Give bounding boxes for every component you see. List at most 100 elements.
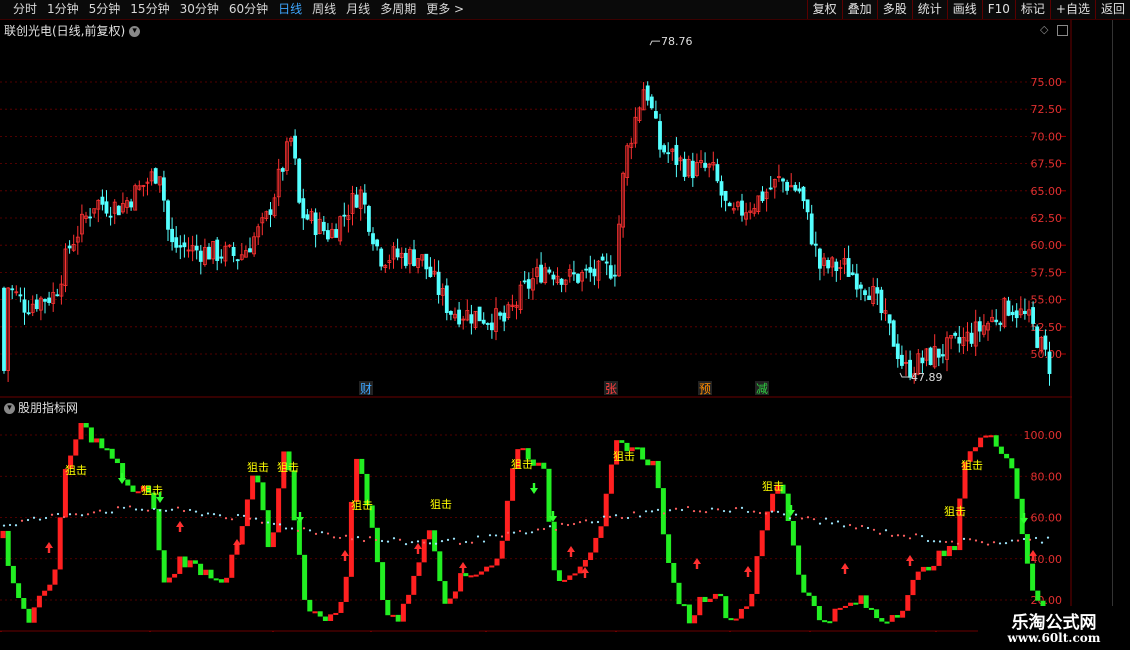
- candle-down: [104, 201, 109, 214]
- indicator-ma-dot: [164, 509, 168, 512]
- candle-down: [457, 309, 462, 325]
- indicator-ma-dot: [272, 522, 276, 525]
- indicator-bar-down: [718, 593, 724, 597]
- indicator-bar-down: [296, 520, 302, 555]
- indicator-bar-down: [213, 578, 219, 581]
- indicator-bar-up: [603, 493, 609, 527]
- candle-down: [666, 152, 671, 155]
- indicator-bar-up: [744, 606, 750, 609]
- period-tab-8[interactable]: 月线: [341, 1, 375, 18]
- period-tab-10[interactable]: 更多 >: [421, 1, 469, 18]
- up-arrow-icon: [567, 546, 575, 557]
- indicator-bar-up: [172, 573, 178, 578]
- indicator-bar-down: [926, 566, 932, 571]
- candle-down: [998, 322, 1003, 325]
- period-tab-0[interactable]: 分时: [8, 1, 42, 18]
- up-arrow-icon: [906, 555, 914, 566]
- candle-down: [715, 164, 720, 182]
- indicator-ma-dot: [644, 510, 648, 513]
- period-tab-6[interactable]: 日线: [273, 1, 307, 18]
- candle-down: [875, 287, 880, 294]
- candle-down: [768, 187, 773, 190]
- indicator-bar-up: [94, 438, 100, 443]
- indicator-bar-up: [910, 579, 916, 596]
- toolbar-button-4[interactable]: 画线: [946, 0, 982, 19]
- indicator-ma-dot: [488, 534, 492, 537]
- period-tab-4[interactable]: 30分钟: [175, 1, 224, 18]
- indicator-ma-dot: [416, 540, 420, 543]
- indicator-menu-icon[interactable]: ▾: [4, 403, 15, 414]
- indicator-ma-dot: [380, 539, 384, 543]
- indicator-ma-dot: [314, 532, 318, 535]
- indicator-ma-dot: [134, 508, 138, 511]
- candle-down: [498, 312, 503, 316]
- indicator-bar-up: [473, 574, 479, 577]
- period-tab-9[interactable]: 多周期: [375, 1, 421, 18]
- period-tab-2[interactable]: 5分钟: [84, 1, 126, 18]
- candle-down: [313, 212, 318, 236]
- candle-down: [813, 243, 818, 246]
- indicator-bar-up: [36, 595, 42, 608]
- candle-down: [953, 332, 958, 336]
- indicator-bar-down: [884, 621, 890, 624]
- indicator-ma-dot: [98, 509, 102, 512]
- indicator-bar-down: [395, 614, 401, 622]
- indicator-bar-down: [10, 565, 16, 584]
- toolbar-button-3[interactable]: 统计: [911, 0, 947, 19]
- indicator-bar-down: [541, 462, 547, 469]
- indicator-ma-dot: [266, 521, 270, 524]
- indicator-bar-up: [468, 575, 474, 578]
- candle-down: [891, 320, 896, 347]
- indicator-bar-down: [437, 551, 443, 582]
- period-tab-3[interactable]: 15分钟: [125, 1, 174, 18]
- candle-down: [662, 145, 666, 153]
- toolbar-button-2[interactable]: 多股: [876, 0, 912, 19]
- indicator-bar-down: [265, 510, 271, 548]
- indicator-ma-dot: [80, 514, 84, 517]
- indicator-ma-dot: [554, 528, 558, 531]
- toolbar-button-5[interactable]: F10: [981, 0, 1015, 19]
- indicator-ma-dot: [812, 518, 816, 521]
- indicator-ma-dot: [734, 506, 738, 510]
- indicator-ma-dot: [404, 543, 408, 546]
- indicator-bar-down: [816, 606, 822, 621]
- kline-chart[interactable]: 75.00 72.50 70.00 67.50 65.00 62.50 60.00 57.50…: [0, 20, 1072, 632]
- indicator-ma-dot: [176, 506, 180, 509]
- toolbar-button-1[interactable]: 叠加: [841, 0, 877, 19]
- candle-down: [826, 259, 830, 269]
- indicator-ma-dot: [2, 524, 6, 527]
- indicator-bar-down: [1004, 453, 1010, 459]
- indicator-bar-up: [733, 618, 739, 621]
- toolbar-button-7[interactable]: +自选: [1049, 0, 1095, 19]
- indicator-bar-up: [905, 595, 911, 611]
- signal-label: 狙击: [247, 461, 269, 474]
- indicator-bar-down: [868, 607, 874, 610]
- period-tab-1[interactable]: 1分钟: [42, 1, 84, 18]
- indicator-bar-up: [328, 614, 334, 621]
- candle-down: [551, 274, 556, 280]
- indicator-bar-down: [998, 446, 1004, 454]
- indicator-ma-dot: [452, 537, 456, 540]
- period-tab-5[interactable]: 60分钟: [224, 1, 273, 18]
- indicator-bar-down: [99, 438, 105, 449]
- indicator-ma-dot: [194, 510, 198, 513]
- indicator-ma-dot: [638, 515, 642, 518]
- indicator-ma-dot: [476, 535, 480, 538]
- candle-down: [43, 299, 47, 302]
- indicator-ma-dot: [662, 512, 666, 515]
- indicator-ma-dot: [998, 542, 1002, 545]
- indicator-bar-up: [416, 562, 422, 576]
- indicator-ma-dot: [62, 515, 66, 519]
- candle-down: [301, 198, 306, 219]
- toolbar-button-8[interactable]: 返回: [1094, 0, 1130, 19]
- indicator-bar-down: [796, 545, 802, 575]
- toolbar-button-0[interactable]: 复权: [806, 0, 842, 19]
- candle-down: [658, 121, 662, 150]
- candle-down: [22, 299, 27, 313]
- period-tab-7[interactable]: 周线: [307, 1, 341, 18]
- toolbar-button-6[interactable]: 标记: [1014, 0, 1050, 19]
- indicator-title: ▾ 股朋指标网: [4, 399, 78, 416]
- indicator-bar-up: [608, 464, 614, 494]
- indicator-bar-up: [452, 591, 458, 599]
- candle-down: [740, 200, 744, 216]
